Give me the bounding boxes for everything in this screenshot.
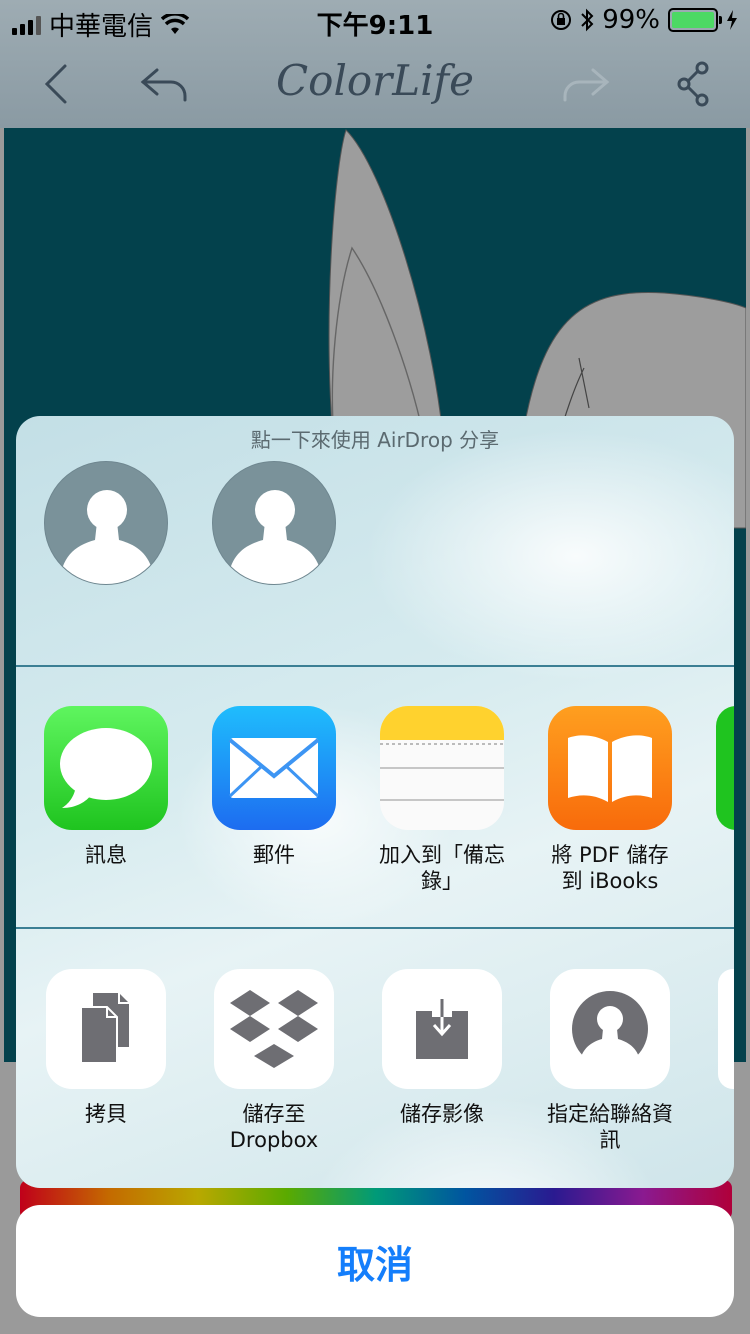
airdrop-contact[interactable] — [44, 461, 168, 585]
action-label: 儲存至 Dropbox — [229, 1102, 319, 1152]
share-icon — [677, 61, 709, 107]
action-copy[interactable]: 拷貝 — [36, 969, 176, 1127]
app-label: 訊息 — [85, 843, 127, 867]
cancel-label: 取消 — [336, 1242, 413, 1287]
redo-button[interactable] — [556, 56, 616, 112]
airdrop-hint: 點一下來使用 AirDrop 分享 — [250, 428, 500, 452]
cancel-button[interactable]: 取消 — [16, 1205, 734, 1317]
app-title: ColorLife — [276, 56, 474, 105]
section-divider — [16, 927, 734, 929]
airdrop-contact[interactable] — [212, 461, 336, 585]
share-button[interactable] — [664, 56, 724, 112]
partial-app-icon[interactable] — [716, 706, 734, 830]
redo-icon — [563, 68, 610, 102]
bluetooth-icon — [581, 8, 594, 32]
person-silhouette-icon — [227, 490, 323, 584]
status-bar: 中華電信 下午9:11 99% — [0, 0, 750, 42]
battery-fill — [672, 12, 714, 28]
messages-icon — [44, 706, 168, 830]
mail-icon — [212, 706, 336, 830]
assign-contact-icon — [550, 969, 670, 1089]
rotation-lock-icon — [551, 10, 572, 30]
action-label: 拷貝 — [85, 1102, 127, 1126]
battery-percent: 99% — [602, 5, 660, 35]
share-app-messages[interactable]: 訊息 — [36, 706, 176, 868]
app-label: 將 PDF 儲存到 iBooks — [551, 843, 669, 893]
copy-icon — [46, 969, 166, 1089]
notes-icon — [380, 706, 504, 830]
action-label: 儲存影像 — [400, 1102, 484, 1126]
app-label: 加入到「備忘錄」 — [379, 843, 505, 893]
save-image-icon — [382, 969, 502, 1089]
action-dropbox[interactable]: 儲存至 Dropbox — [204, 969, 344, 1153]
partial-action-icon[interactable] — [718, 969, 734, 1089]
action-save-image[interactable]: 儲存影像 — [372, 969, 512, 1127]
share-app-notes[interactable]: 加入到「備忘錄」 — [372, 706, 512, 894]
section-divider — [16, 665, 734, 667]
battery-icon — [668, 8, 722, 32]
share-app-mail[interactable]: 郵件 — [204, 706, 344, 868]
person-silhouette-icon — [59, 490, 155, 584]
action-assign-contact[interactable]: 指定給聯絡資訊 — [540, 969, 680, 1153]
app-label: 郵件 — [253, 843, 295, 867]
action-label: 指定給聯絡資訊 — [547, 1102, 673, 1152]
ibooks-icon — [548, 706, 672, 830]
share-sheet: 點一下來使用 AirDrop 分享 訊息 郵件 加入到「備忘錄」 將 PDF 儲… — [16, 416, 734, 1188]
charging-bolt-icon — [727, 10, 737, 30]
share-app-ibooks[interactable]: 將 PDF 儲存到 iBooks — [540, 706, 680, 894]
dropbox-icon — [214, 969, 334, 1089]
